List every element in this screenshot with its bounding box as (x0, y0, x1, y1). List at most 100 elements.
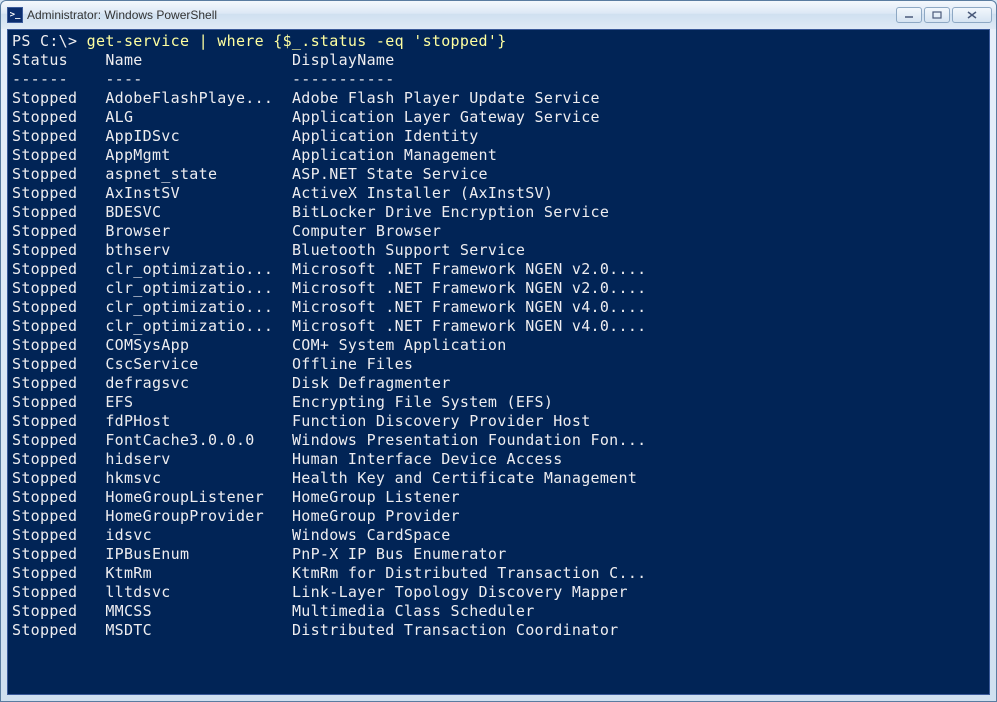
cell-status: Stopped (12, 260, 105, 278)
header-name: Name (105, 51, 292, 69)
cell-name: AdobeFlashPlaye... (105, 89, 292, 107)
close-button[interactable] (952, 7, 992, 23)
cell-status: Stopped (12, 241, 105, 259)
maximize-button[interactable] (924, 7, 950, 23)
cell-status: Stopped (12, 526, 105, 544)
command-text: get-service | where {$_.status -eq 'stop… (87, 32, 507, 50)
cell-displayname: COM+ System Application (292, 336, 507, 354)
service-row: Stopped hkmsvc Health Key and Certificat… (12, 469, 985, 488)
cell-status: Stopped (12, 469, 105, 487)
service-row: Stopped fdPHost Function Discovery Provi… (12, 412, 985, 431)
cell-displayname: PnP-X IP Bus Enumerator (292, 545, 507, 563)
cell-name: AxInstSV (105, 184, 292, 202)
cell-displayname: Link-Layer Topology Discovery Mapper (292, 583, 628, 601)
service-row: Stopped IPBusEnum PnP-X IP Bus Enumerato… (12, 545, 985, 564)
cell-status: Stopped (12, 488, 105, 506)
underline-displayname: ----------- (292, 70, 395, 88)
cell-name: idsvc (105, 526, 292, 544)
cell-displayname: Microsoft .NET Framework NGEN v2.0.... (292, 279, 647, 297)
service-row: Stopped idsvc Windows CardSpace (12, 526, 985, 545)
cell-status: Stopped (12, 507, 105, 525)
cell-name: ALG (105, 108, 292, 126)
cell-status: Stopped (12, 545, 105, 563)
cell-status: Stopped (12, 165, 105, 183)
cell-status: Stopped (12, 374, 105, 392)
cell-displayname: Function Discovery Provider Host (292, 412, 591, 430)
service-row: Stopped MSDTC Distributed Transaction Co… (12, 621, 985, 640)
cell-displayname: Microsoft .NET Framework NGEN v4.0.... (292, 317, 647, 335)
cell-status: Stopped (12, 564, 105, 582)
cell-name: FontCache3.0.0.0 (105, 431, 292, 449)
service-row: Stopped ALG Application Layer Gateway Se… (12, 108, 985, 127)
window-buttons (896, 7, 992, 23)
cell-name: HomeGroupProvider (105, 507, 292, 525)
cell-displayname: Offline Files (292, 355, 413, 373)
cell-displayname: Adobe Flash Player Update Service (292, 89, 600, 107)
cell-name: aspnet_state (105, 165, 292, 183)
window-title: Administrator: Windows PowerShell (27, 8, 896, 22)
cell-displayname: Human Interface Device Access (292, 450, 563, 468)
cell-displayname: Microsoft .NET Framework NGEN v4.0.... (292, 298, 647, 316)
cell-name: clr_optimizatio... (105, 279, 292, 297)
cell-displayname: Windows Presentation Foundation Fon... (292, 431, 647, 449)
cell-name: CscService (105, 355, 292, 373)
cell-status: Stopped (12, 412, 105, 430)
console-area[interactable]: PS C:\> get-service | where {$_.status -… (7, 29, 990, 695)
minimize-button[interactable] (896, 7, 922, 23)
cell-name: clr_optimizatio... (105, 317, 292, 335)
underline-name: ---- (105, 70, 292, 88)
cell-status: Stopped (12, 127, 105, 145)
cell-displayname: Health Key and Certificate Management (292, 469, 637, 487)
header-line: Status Name DisplayName (12, 51, 985, 70)
cell-displayname: Multimedia Class Scheduler (292, 602, 535, 620)
cell-status: Stopped (12, 355, 105, 373)
header-displayname: DisplayName (292, 51, 395, 69)
prompt-line: PS C:\> get-service | where {$_.status -… (12, 32, 985, 51)
cell-name: clr_optimizatio... (105, 260, 292, 278)
cell-name: IPBusEnum (105, 545, 292, 563)
cell-status: Stopped (12, 431, 105, 449)
minimize-icon (904, 11, 914, 19)
close-icon (967, 11, 977, 19)
service-row: Stopped AppMgmt Application Management (12, 146, 985, 165)
service-row: Stopped AdobeFlashPlaye... Adobe Flash P… (12, 89, 985, 108)
titlebar[interactable]: >_ Administrator: Windows PowerShell (1, 1, 996, 29)
cell-status: Stopped (12, 450, 105, 468)
service-row: Stopped Browser Computer Browser (12, 222, 985, 241)
prompt-text: PS C:\> (12, 32, 87, 50)
cell-displayname: Encrypting File System (EFS) (292, 393, 553, 411)
service-row: Stopped EFS Encrypting File System (EFS) (12, 393, 985, 412)
cell-displayname: BitLocker Drive Encryption Service (292, 203, 609, 221)
cell-status: Stopped (12, 298, 105, 316)
service-row: Stopped COMSysApp COM+ System Applicatio… (12, 336, 985, 355)
service-row: Stopped FontCache3.0.0.0 Windows Present… (12, 431, 985, 450)
cell-status: Stopped (12, 89, 105, 107)
cell-name: Browser (105, 222, 292, 240)
cell-name: KtmRm (105, 564, 292, 582)
cell-displayname: Microsoft .NET Framework NGEN v2.0.... (292, 260, 647, 278)
powershell-window: >_ Administrator: Windows PowerShell PS … (0, 0, 997, 702)
service-row: Stopped clr_optimizatio... Microsoft .NE… (12, 260, 985, 279)
cell-status: Stopped (12, 146, 105, 164)
service-row: Stopped lltdsvc Link-Layer Topology Disc… (12, 583, 985, 602)
powershell-icon: >_ (7, 7, 23, 23)
cell-status: Stopped (12, 108, 105, 126)
service-row: Stopped AxInstSV ActiveX Installer (AxIn… (12, 184, 985, 203)
header-status: Status (12, 51, 105, 69)
cell-status: Stopped (12, 279, 105, 297)
cell-displayname: Distributed Transaction Coordinator (292, 621, 619, 639)
cell-name: fdPHost (105, 412, 292, 430)
cell-displayname: Disk Defragmenter (292, 374, 451, 392)
cell-displayname: Application Management (292, 146, 497, 164)
cell-displayname: Computer Browser (292, 222, 441, 240)
cell-displayname: Application Identity (292, 127, 479, 145)
cell-status: Stopped (12, 184, 105, 202)
cell-displayname: Bluetooth Support Service (292, 241, 525, 259)
service-row: Stopped CscService Offline Files (12, 355, 985, 374)
maximize-icon (932, 11, 942, 19)
cell-status: Stopped (12, 583, 105, 601)
header-underline: ------ ---- ----------- (12, 70, 985, 89)
cell-status: Stopped (12, 602, 105, 620)
service-row: Stopped aspnet_state ASP.NET State Servi… (12, 165, 985, 184)
service-row: Stopped KtmRm KtmRm for Distributed Tran… (12, 564, 985, 583)
